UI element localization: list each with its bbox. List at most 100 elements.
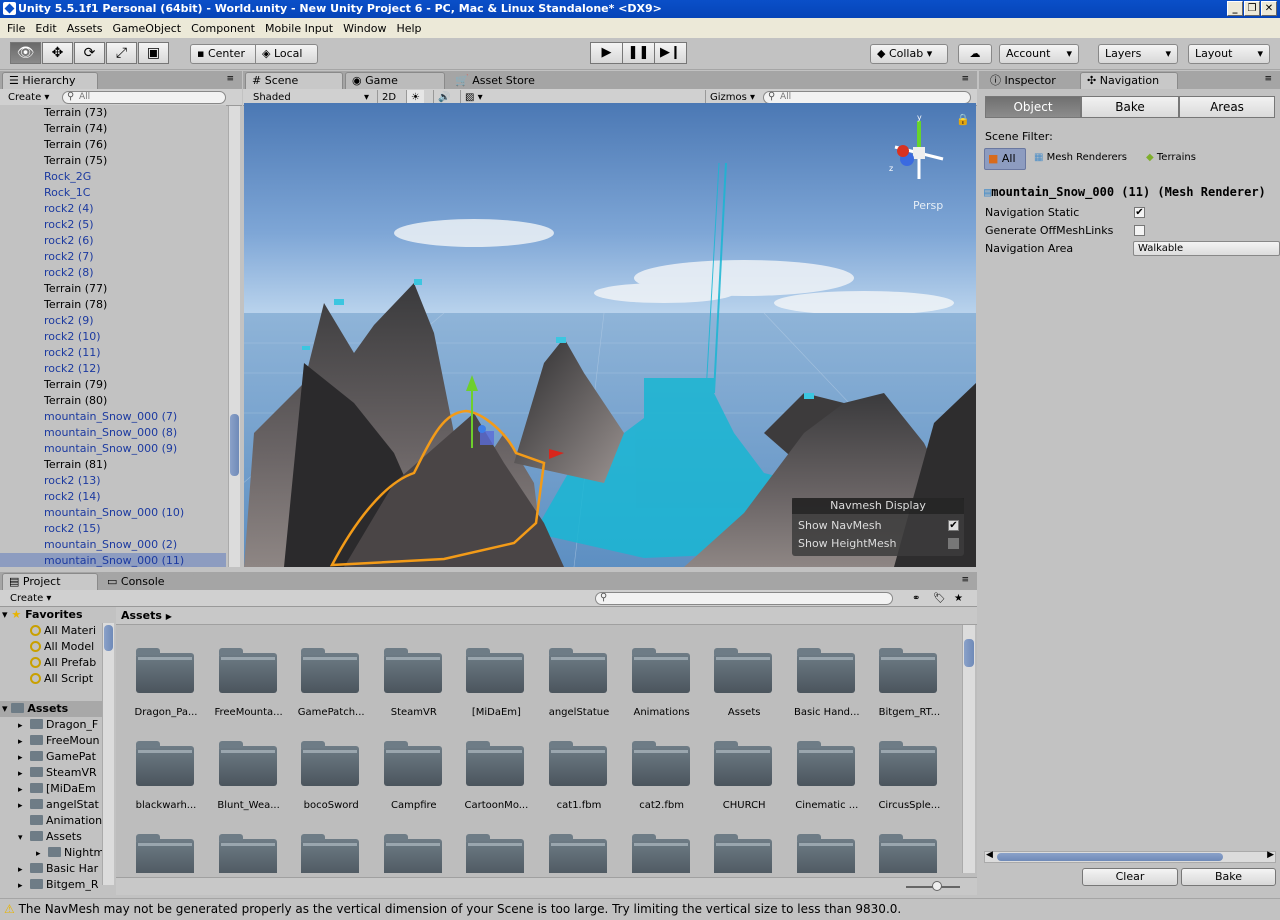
expand-arrow-icon[interactable]: ▸ xyxy=(36,846,48,861)
menu-assets[interactable]: Assets xyxy=(62,22,108,35)
menu-edit[interactable]: Edit xyxy=(30,22,61,35)
hierarchy-item[interactable]: rock2 (13) xyxy=(0,473,226,489)
tree-item[interactable]: ▸ GamePat xyxy=(0,749,104,765)
tree-item[interactable]: ▸ Nightm xyxy=(0,845,104,861)
project-create-dropdown[interactable]: Create ▾ xyxy=(6,591,55,606)
tree-item[interactable]: ▸ Basic Har xyxy=(0,861,104,877)
search-by-label-icon[interactable]: 🏷 xyxy=(929,591,950,606)
hierarchy-item[interactable]: mountain_Snow_000 (8) xyxy=(0,425,226,441)
favorites-header[interactable]: ▾ ★ Favorites xyxy=(2,607,83,623)
persp-label[interactable]: Persp xyxy=(913,199,943,212)
tree-scrollbar[interactable] xyxy=(102,623,114,885)
hierarchy-item[interactable]: Terrain (78) xyxy=(0,297,226,313)
breadcrumb-assets[interactable]: Assets xyxy=(121,609,162,622)
favorite-star-icon[interactable]: ★ xyxy=(950,591,967,606)
hierarchy-item[interactable]: Terrain (79) xyxy=(0,377,226,393)
hierarchy-item[interactable]: rock2 (10) xyxy=(0,329,226,345)
hierarchy-item[interactable]: mountain_Snow_000 (11) xyxy=(0,553,226,567)
rotate-tool-icon[interactable]: ⟳ xyxy=(74,42,105,64)
hierarchy-item[interactable]: rock2 (5) xyxy=(0,217,226,233)
hierarchy-search-input[interactable]: All xyxy=(62,91,226,104)
nav-tab-areas[interactable]: Areas xyxy=(1179,96,1275,118)
show-heightmesh-checkbox[interactable] xyxy=(948,538,959,549)
assets-header[interactable]: ▾ Assets xyxy=(0,701,104,717)
scroll-left-icon[interactable]: ◀ xyxy=(986,850,993,860)
nav-tab-object[interactable]: Object xyxy=(985,96,1081,118)
cloud-icon[interactable]: ☁ xyxy=(958,44,992,64)
hierarchy-item[interactable]: rock2 (9) xyxy=(0,313,226,329)
panel-menu-icon[interactable]: ≡ xyxy=(1264,74,1272,84)
collapse-arrow-icon[interactable]: ▾ xyxy=(18,830,30,845)
hierarchy-item[interactable]: Terrain (81) xyxy=(0,457,226,473)
grid-scrollbar[interactable] xyxy=(962,625,975,873)
grid-scroll-thumb[interactable] xyxy=(964,639,974,667)
tree-item[interactable]: ▸ angelStat xyxy=(0,797,104,813)
collab-dropdown[interactable]: ◆ Collab ▾ xyxy=(870,44,948,64)
zoom-slider-thumb[interactable] xyxy=(932,881,942,891)
expand-arrow-icon[interactable]: ▸ xyxy=(18,734,30,749)
menu-mobile-input[interactable]: Mobile Input xyxy=(260,22,338,35)
hierarchy-item[interactable]: mountain_Snow_000 (2) xyxy=(0,537,226,553)
project-search-input[interactable] xyxy=(595,592,893,605)
filter-all-button[interactable]: ■ All xyxy=(984,148,1026,170)
rect-tool-icon[interactable]: ▣ xyxy=(138,42,169,64)
menu-window[interactable]: Window xyxy=(338,22,391,35)
pivot-center-button[interactable]: ▪ Center xyxy=(190,44,256,64)
tree-item[interactable]: ▸ FreeMoun xyxy=(0,733,104,749)
minimize-button[interactable]: _ xyxy=(1227,1,1243,16)
panel-menu-icon[interactable]: ≡ xyxy=(961,74,969,84)
tab-hierarchy[interactable]: ☰ Hierarchy xyxy=(2,72,98,89)
search-by-type-icon[interactable]: ⚭ xyxy=(908,591,924,606)
hierarchy-item[interactable]: mountain_Snow_000 (10) xyxy=(0,505,226,521)
orientation-gizmo-icon[interactable]: y z xyxy=(889,113,949,193)
favorite-item[interactable]: All Script xyxy=(30,671,96,687)
pause-button[interactable]: ❚❚ xyxy=(622,42,655,64)
menu-help[interactable]: Help xyxy=(391,22,426,35)
close-button[interactable]: ✕ xyxy=(1261,1,1277,16)
menu-gameobject[interactable]: GameObject xyxy=(108,22,187,35)
filter-mesh-renderers-button[interactable]: ▦ Mesh Renderers xyxy=(1034,152,1127,163)
hierarchy-create-dropdown[interactable]: Create ▾ xyxy=(4,90,53,105)
tab-game[interactable]: ◉ Game xyxy=(345,72,445,89)
expand-arrow-icon[interactable]: ▸ xyxy=(18,782,30,797)
hierarchy-item[interactable]: rock2 (6) xyxy=(0,233,226,249)
restore-button[interactable]: ❐ xyxy=(1244,1,1260,16)
hierarchy-item[interactable]: rock2 (7) xyxy=(0,249,226,265)
view-tool-eye-icon[interactable]: 👁 xyxy=(10,42,41,64)
navigation-static-checkbox[interactable]: ✔ xyxy=(1134,207,1145,218)
bake-button[interactable]: Bake xyxy=(1181,868,1276,886)
expand-arrow-icon[interactable]: ▸ xyxy=(18,718,30,733)
expand-arrow-icon[interactable]: ▸ xyxy=(18,750,30,765)
scene-viewport[interactable]: y z Persp 🔒 Navmesh Display Show NavMesh… xyxy=(244,103,976,567)
favorite-item[interactable]: All Prefab xyxy=(30,655,96,671)
inspector-hscrollbar[interactable]: ◀ ▶ xyxy=(984,850,1276,863)
panel-menu-icon[interactable]: ≡ xyxy=(226,74,234,84)
hierarchy-item[interactable]: Terrain (75) xyxy=(0,153,226,169)
hierarchy-item[interactable]: Terrain (76) xyxy=(0,137,226,153)
hierarchy-scrollbar[interactable] xyxy=(228,106,240,567)
expand-arrow-icon[interactable]: ▸ xyxy=(18,766,30,781)
generate-offmeshlinks-checkbox[interactable] xyxy=(1134,225,1145,236)
hierarchy-item[interactable]: Terrain (77) xyxy=(0,281,226,297)
hierarchy-scroll-thumb[interactable] xyxy=(230,414,239,476)
tree-item[interactable]: ▸ [MiDaEm xyxy=(0,781,104,797)
hierarchy-item[interactable]: rock2 (14) xyxy=(0,489,226,505)
nav-tab-bake[interactable]: Bake xyxy=(1081,96,1179,118)
favorite-item[interactable]: All Materi xyxy=(30,623,96,639)
pivot-local-button[interactable]: ◈ Local xyxy=(255,44,318,64)
tab-scene[interactable]: # Scene xyxy=(245,72,343,89)
hierarchy-item[interactable]: Rock_1C xyxy=(0,185,226,201)
show-navmesh-checkbox[interactable]: ✔ xyxy=(948,520,959,531)
tree-item[interactable]: ▸ Bitgem_R xyxy=(0,877,104,893)
tree-item[interactable]: Animation xyxy=(0,813,104,829)
tree-item[interactable]: ▸ SteamVR xyxy=(0,765,104,781)
layout-dropdown[interactable]: Layout ▾ xyxy=(1188,44,1270,64)
tab-console[interactable]: ▭ Console xyxy=(100,573,196,590)
menu-component[interactable]: Component xyxy=(186,22,260,35)
scale-tool-icon[interactable]: ⤢ xyxy=(106,42,137,64)
tab-asset-store[interactable]: 🛒 Asset Store xyxy=(448,72,558,89)
tree-item[interactable]: ▾ Assets xyxy=(0,829,104,845)
tab-project[interactable]: ▤ Project xyxy=(2,573,98,590)
panel-menu-icon[interactable]: ≡ xyxy=(961,575,969,585)
hierarchy-item[interactable]: Terrain (73) xyxy=(0,105,226,121)
